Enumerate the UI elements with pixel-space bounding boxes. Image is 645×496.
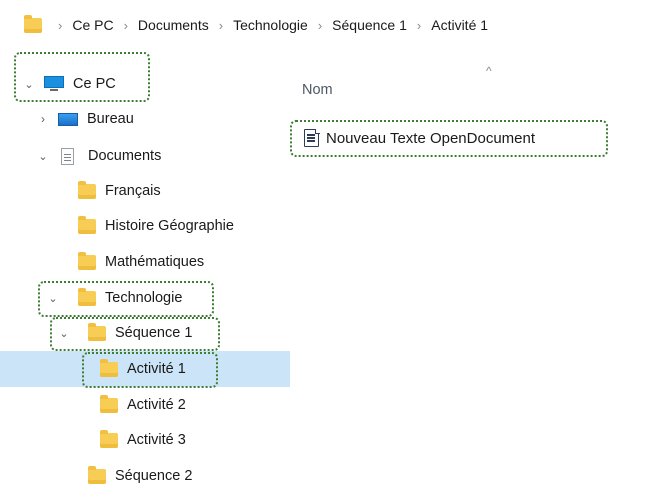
tree-item-activite-2[interactable]: Activité 2 (0, 387, 290, 423)
tree-item-activite-1[interactable]: Activité 1 (0, 351, 290, 387)
tree-item-mathematiques[interactable]: Mathématiques (0, 244, 290, 280)
breadcrumb-label[interactable]: Documents (138, 17, 209, 33)
breadcrumb-label[interactable]: Séquence 1 (332, 17, 407, 33)
tree-item-label: Bureau (87, 111, 134, 127)
tree-item-label: Activité 1 (127, 361, 186, 377)
tree-item-label: Technologie (105, 290, 183, 306)
folder-icon (78, 215, 96, 234)
tree-item-activite-3[interactable]: Activité 3 (0, 422, 290, 458)
file-item[interactable]: Nouveau Texte OpenDocument (304, 125, 535, 151)
chevron-down-icon[interactable]: ⌄ (46, 292, 60, 305)
breadcrumb-item-documents[interactable]: › Documents (114, 17, 209, 33)
breadcrumb-label[interactable]: Activité 1 (431, 17, 488, 33)
file-name: Nouveau Texte OpenDocument (326, 129, 536, 147)
tree-item-label: Français (105, 183, 161, 199)
computer-icon (44, 76, 64, 92)
chevron-right-icon[interactable]: › (36, 112, 50, 126)
tree-item-ce-pc[interactable]: ⌄ Ce PC (0, 66, 290, 102)
folder-icon (24, 14, 42, 33)
tree-item-label: Activité 2 (127, 397, 186, 413)
folder-icon (78, 251, 96, 270)
tree-item-francais[interactable]: Français (0, 173, 290, 209)
folder-icon (88, 465, 106, 484)
tree-item-label: Mathématiques (105, 254, 205, 270)
chevron-down-icon[interactable]: ⌄ (57, 327, 71, 340)
tree-item-histoire-geographie[interactable]: Histoire Géographie (0, 208, 290, 244)
tree-item-bureau[interactable]: › Bureau (0, 101, 290, 137)
file-list-pane: ^ Nom Nouveau Texte OpenDocument (290, 56, 645, 496)
breadcrumb-item-technologie[interactable]: › Technologie (209, 17, 308, 33)
tree-item-label: Documents (88, 148, 162, 164)
tree-item-documents[interactable]: ⌄ Documents (0, 138, 290, 174)
desktop-icon (58, 112, 78, 126)
tree-item-sequence-1[interactable]: ⌄ Séquence 1 (0, 315, 290, 351)
breadcrumb-label[interactable]: Technologie (233, 17, 308, 33)
chevron-right-icon[interactable]: › (417, 18, 421, 33)
chevron-right-icon[interactable]: › (58, 18, 62, 33)
file-explorer-window: › Ce PC › Documents › Technologie › Séqu… (0, 0, 645, 496)
tree-item-sequence-2[interactable]: Séquence 2 (0, 458, 290, 494)
tree-item-label: Séquence 2 (115, 468, 193, 484)
chevron-right-icon[interactable]: › (219, 18, 223, 33)
chevron-right-icon[interactable]: › (124, 18, 128, 33)
chevron-down-icon[interactable]: ⌄ (36, 150, 50, 163)
folder-icon (78, 180, 96, 199)
breadcrumb-item-ce-pc[interactable]: › Ce PC (48, 17, 114, 33)
folder-icon (100, 429, 118, 448)
tree-item-label: Séquence 1 (115, 325, 193, 341)
tree-item-label: Activité 3 (127, 432, 186, 448)
folder-icon (100, 358, 118, 377)
folder-icon (88, 322, 106, 341)
breadcrumb-item-sequence-1[interactable]: › Séquence 1 (308, 17, 407, 33)
chevron-right-icon[interactable]: › (318, 18, 322, 33)
tree-item-label: Histoire Géographie (105, 218, 234, 234)
folder-icon (78, 287, 96, 306)
folder-icon (100, 394, 118, 413)
sort-ascending-icon[interactable]: ^ (486, 64, 492, 78)
documents-icon (61, 147, 74, 165)
navigation-tree: ⌄ Ce PC › Bureau ⌄ Documents Français Hi… (0, 56, 290, 496)
breadcrumb: › Ce PC › Documents › Technologie › Séqu… (0, 8, 645, 42)
odt-document-icon (304, 128, 320, 147)
tree-item-technologie[interactable]: ⌄ Technologie (0, 280, 290, 316)
breadcrumb-label[interactable]: Ce PC (72, 17, 113, 33)
chevron-down-icon[interactable]: ⌄ (22, 78, 36, 91)
tree-item-label: Ce PC (73, 76, 116, 92)
column-header-name[interactable]: Nom (302, 82, 333, 98)
breadcrumb-item-activite-1[interactable]: › Activité 1 (407, 17, 488, 33)
